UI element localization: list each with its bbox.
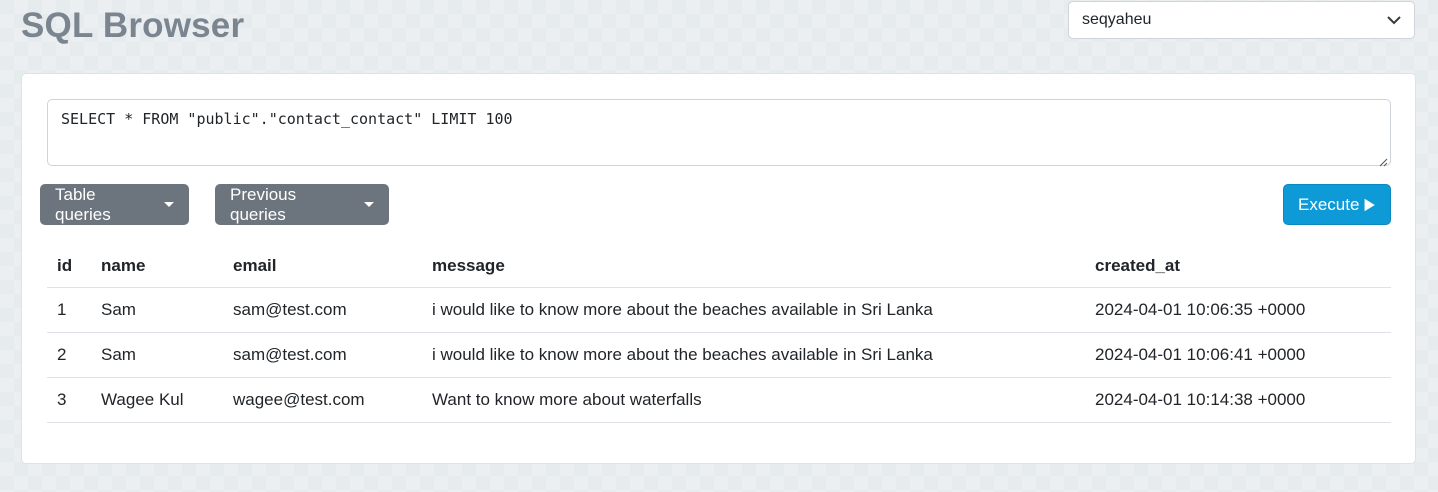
- sql-query-input[interactable]: SELECT * FROM "public"."contact_contact"…: [47, 99, 1391, 166]
- column-header-email: email: [223, 244, 422, 288]
- query-card: SELECT * FROM "public"."contact_contact"…: [21, 73, 1416, 464]
- page-title: SQL Browser: [21, 6, 245, 45]
- cell-name: Wagee Kul: [91, 377, 223, 423]
- play-icon: [1365, 198, 1376, 211]
- cell-created-at: 2024-04-01 10:06:35 +0000: [1085, 287, 1391, 333]
- column-header-message: message: [422, 244, 1085, 288]
- cell-email: sam@test.com: [223, 332, 422, 378]
- column-header-created-at: created_at: [1085, 244, 1391, 288]
- table-row: 3 Wagee Kul wagee@test.com Want to know …: [47, 377, 1391, 423]
- cell-name: Sam: [91, 287, 223, 333]
- column-header-id: id: [47, 244, 91, 288]
- resize-handle-icon[interactable]: [1378, 154, 1388, 167]
- table-header-row: id name email message created_at: [47, 244, 1391, 288]
- table-queries-label: Table queries: [55, 184, 111, 224]
- cell-id: 1: [47, 287, 91, 333]
- column-header-name: name: [91, 244, 223, 288]
- previous-queries-button[interactable]: Previous queries: [215, 184, 389, 225]
- execute-label: Execute: [1298, 194, 1360, 214]
- cell-email: sam@test.com: [223, 287, 422, 333]
- cell-id: 3: [47, 377, 91, 423]
- results-table: id name email message created_at 1 Sam s…: [47, 244, 1391, 423]
- database-select[interactable]: seqyaheu: [1068, 1, 1415, 39]
- cell-email: wagee@test.com: [223, 377, 422, 423]
- caret-down-icon: [164, 202, 174, 207]
- chevron-down-icon: [1387, 13, 1401, 27]
- cell-message: Want to know more about waterfalls: [422, 377, 1085, 423]
- cell-message: i would like to know more about the beac…: [422, 332, 1085, 378]
- execute-button[interactable]: Execute: [1283, 184, 1391, 225]
- cell-name: Sam: [91, 332, 223, 378]
- table-row: 2 Sam sam@test.com i would like to know …: [47, 332, 1391, 378]
- caret-down-icon: [364, 202, 374, 207]
- database-select-value: seqyaheu: [1082, 11, 1152, 28]
- cell-message: i would like to know more about the beac…: [422, 287, 1085, 333]
- table-queries-button[interactable]: Table queries: [40, 184, 189, 225]
- cell-created-at: 2024-04-01 10:14:38 +0000: [1085, 377, 1391, 423]
- cell-created-at: 2024-04-01 10:06:41 +0000: [1085, 332, 1391, 378]
- cell-id: 2: [47, 332, 91, 378]
- table-row: 1 Sam sam@test.com i would like to know …: [47, 287, 1391, 333]
- previous-queries-label: Previous queries: [230, 184, 297, 224]
